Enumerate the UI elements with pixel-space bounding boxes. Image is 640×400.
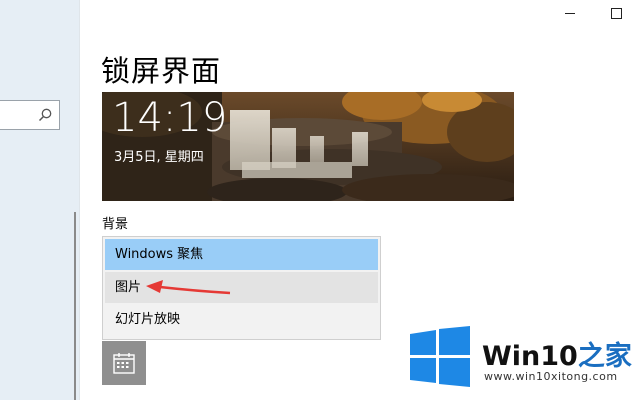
- calendar-app-tile[interactable]: [102, 341, 146, 385]
- calendar-icon: [113, 353, 135, 374]
- preview-date: 3月5日, 星期四: [114, 150, 204, 165]
- watermark-brand-prefix: Win10: [482, 341, 578, 372]
- watermark-brand: Win10之家: [482, 334, 632, 373]
- search-input[interactable]: [0, 100, 60, 130]
- option-slideshow[interactable]: 幻灯片放映: [105, 304, 378, 335]
- preview-time: 14:19: [112, 95, 228, 141]
- option-windows-spotlight[interactable]: Windows 聚焦: [105, 239, 378, 270]
- background-dropdown-list[interactable]: Windows 聚焦 图片 幻灯片放映: [102, 236, 381, 340]
- annotation-arrow: [146, 280, 231, 295]
- minimize-button[interactable]: [547, 0, 593, 26]
- search-icon[interactable]: [37, 107, 53, 123]
- watermark-url: www.win10xitong.com: [484, 370, 618, 383]
- page-title: 锁屏界面: [101, 54, 222, 88]
- minimize-icon: [565, 12, 575, 14]
- background-label: 背景: [102, 217, 129, 232]
- sidebar-scrollbar[interactable]: [74, 212, 76, 400]
- watermark: Win10之家 www.win10xitong.com: [408, 326, 640, 392]
- windows-logo-icon: [410, 326, 470, 387]
- lock-screen-preview: 14:19 3月5日, 星期四: [102, 92, 514, 201]
- maximize-button[interactable]: [593, 0, 639, 26]
- settings-sidebar: [0, 0, 80, 400]
- watermark-brand-suffix: 之家: [577, 341, 632, 372]
- maximize-icon: [610, 7, 622, 19]
